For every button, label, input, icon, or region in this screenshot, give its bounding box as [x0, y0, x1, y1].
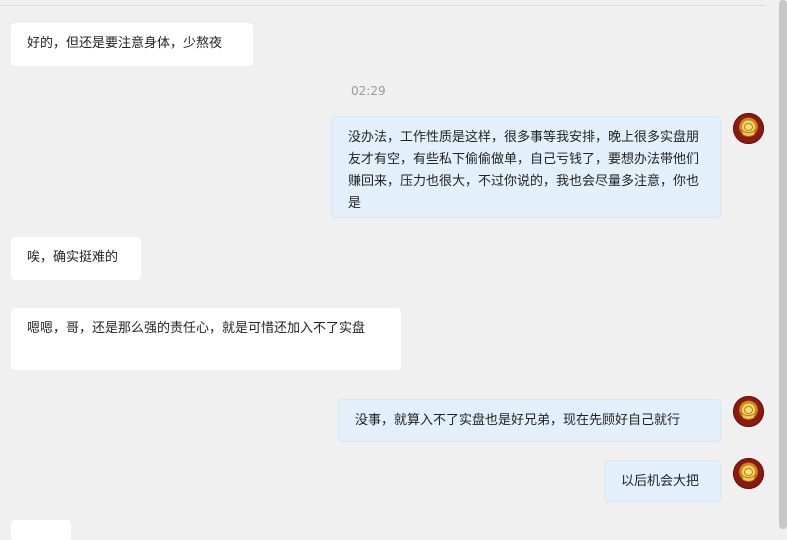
timestamp: 02:29 [351, 84, 386, 98]
message-text: 没办法，工作性质是这样，很多事等我安排，晚上很多实盘朋友才有空，有些私下偷偷做单… [348, 130, 700, 211]
gold-ingot-avatar-icon [740, 123, 757, 137]
top-divider [0, 5, 765, 6]
avatar-icon[interactable] [733, 458, 764, 489]
gold-ingot-avatar-icon [740, 406, 757, 420]
message-bubble-outgoing[interactable]: 没事，就算入不了实盘也是好兄弟，现在先顾好自己就行 [338, 399, 721, 442]
message-text: 嗯嗯，哥，还是那么强的责任心，就是可惜还加入不了实盘 [27, 321, 366, 336]
message-bubble-outgoing[interactable]: 没办法，工作性质是这样，很多事等我安排，晚上很多实盘朋友才有空，有些私下偷偷做单… [331, 116, 721, 218]
gold-ingot-avatar-icon [740, 468, 757, 482]
message-text: 以后机会大把 [621, 474, 700, 489]
message-text: 没事，就算入不了实盘也是好兄弟，现在先顾好自己就行 [355, 413, 681, 428]
avatar-icon[interactable] [733, 396, 764, 427]
message-bubble-incoming[interactable]: 嗯嗯，哥，还是那么强的责任心，就是可惜还加入不了实盘 [11, 308, 401, 370]
message-bubble-incoming-partial[interactable] [11, 520, 71, 540]
scrollbar[interactable] [779, 0, 787, 529]
message-bubble-incoming[interactable]: 好的，但还是要注意身体，少熬夜 [11, 23, 253, 66]
message-bubble-incoming[interactable]: 唉，确实挺难的 [11, 237, 141, 280]
message-text: 好的，但还是要注意身体，少熬夜 [27, 36, 223, 51]
avatar-icon[interactable] [733, 113, 764, 144]
message-text: 唉，确实挺难的 [27, 250, 119, 265]
message-bubble-outgoing[interactable]: 以后机会大把 [604, 460, 721, 502]
